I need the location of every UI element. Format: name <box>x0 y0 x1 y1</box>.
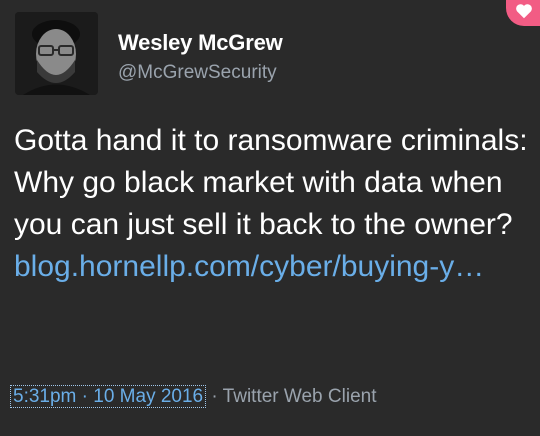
tweet-link[interactable]: blog.hornellp.com/cyber/buying-y… <box>14 250 484 283</box>
tweet-timestamp[interactable]: 5:31pm · 10 May 2016 <box>10 385 207 408</box>
avatar-image <box>15 12 98 95</box>
tweet-card: Wesley McGrew @McGrewSecurity Gotta hand… <box>0 0 540 436</box>
user-handle[interactable]: @McGrewSecurity <box>118 62 277 84</box>
tweet-text: Gotta hand it to ransomware criminals: W… <box>14 120 532 288</box>
tweet-body: Gotta hand it to ransomware criminals: W… <box>14 124 528 241</box>
corner-badge[interactable] <box>506 0 540 26</box>
meta-separator: · <box>211 386 223 407</box>
tweet-meta: 5:31pm · 10 May 2016 · Twitter Web Clien… <box>10 385 377 408</box>
user-name[interactable]: Wesley McGrew <box>118 30 283 56</box>
client-name: Twitter Web Client <box>222 386 377 407</box>
avatar[interactable] <box>15 12 98 95</box>
heart-icon <box>516 4 532 19</box>
